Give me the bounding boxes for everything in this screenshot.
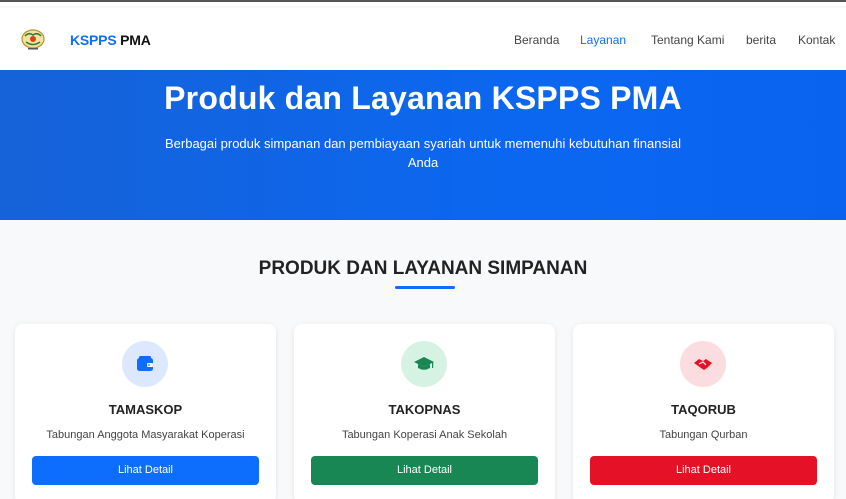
card-description: Tabungan Qurban — [659, 429, 748, 441]
nav-link-kontak[interactable]: Kontak — [798, 33, 835, 47]
product-card-tamaskop: TAMASKOP Tabungan Anggota Masyarakat Kop… — [15, 324, 276, 499]
window-top-border — [0, 0, 846, 6]
nav-link-berita[interactable]: berita — [746, 33, 776, 47]
card-description: Tabungan Koperasi Anak Sekolah — [341, 429, 508, 441]
product-card-taqorub: TAQORUB Tabungan Qurban Lihat Detail — [573, 324, 834, 499]
nav-link-layanan[interactable]: Layanan — [580, 33, 626, 47]
card-icon-circle — [680, 341, 726, 387]
handshake-icon — [694, 359, 712, 370]
section-title-underline — [395, 286, 455, 289]
section-title: PRODUK DAN LAYANAN SIMPANAN — [258, 258, 588, 279]
brand-part-kspps: KSPPS — [70, 32, 117, 48]
hero-subtitle: Berbagai produk simpanan dan pembiayaan … — [164, 136, 681, 170]
brand-part-pma: PMA — [116, 32, 151, 48]
lihat-detail-button-takopnas[interactable]: Lihat Detail — [311, 456, 538, 485]
card-title: TAQORUB — [671, 402, 736, 417]
nav-link-beranda[interactable]: Beranda — [514, 33, 559, 47]
logo-emblem-icon[interactable] — [20, 28, 46, 50]
brand-name[interactable]: KSPPS PMA — [70, 32, 151, 48]
card-title: TAMASKOP — [108, 402, 183, 417]
product-card-takopnas: TAKOPNAS Tabungan Koperasi Anak Sekolah … — [294, 324, 555, 499]
navbar: KSPPS PMA Beranda Layanan Tentang Kami b… — [0, 8, 846, 70]
lihat-detail-button-tamaskop[interactable]: Lihat Detail — [32, 456, 259, 485]
page-title: Produk dan Layanan KSPPS PMA — [164, 80, 682, 116]
hero-banner: Produk dan Layanan KSPPS PMA Berbagai pr… — [0, 70, 846, 220]
wallet-icon — [137, 356, 153, 371]
nav-link-tentang-kami[interactable]: Tentang Kami — [651, 33, 724, 47]
card-icon-circle — [401, 341, 447, 387]
graduation-cap-icon — [414, 357, 434, 370]
card-description: Tabungan Anggota Masyarakat Koperasi — [46, 429, 245, 441]
card-title: TAKOPNAS — [388, 402, 461, 417]
lihat-detail-button-taqorub[interactable]: Lihat Detail — [590, 456, 817, 485]
card-icon-circle — [122, 341, 168, 387]
